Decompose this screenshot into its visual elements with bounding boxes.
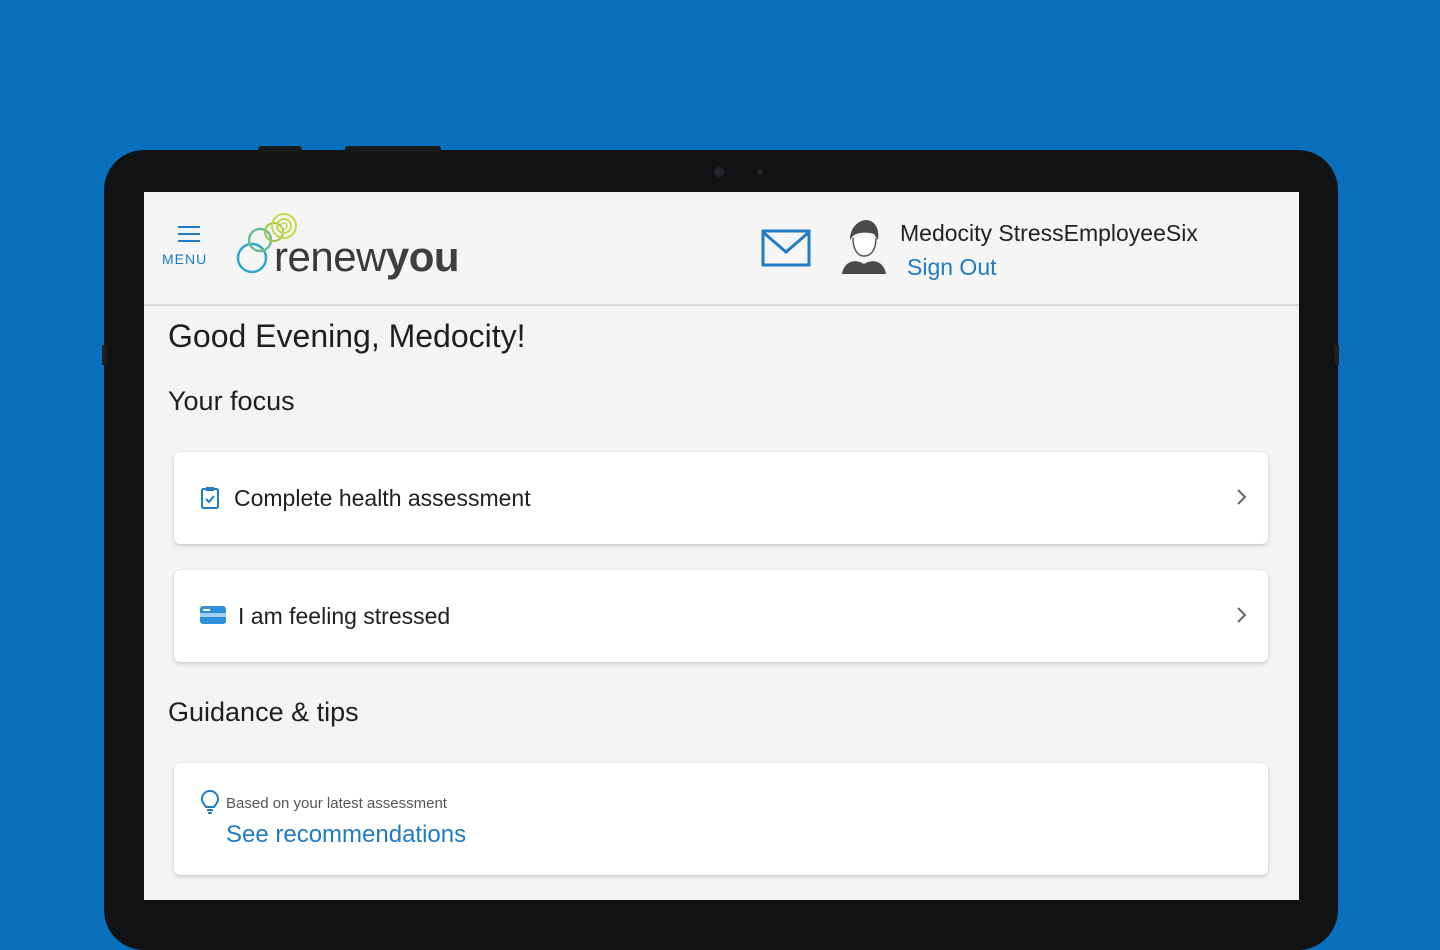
see-recommendations-link[interactable]: See recommendations [226,821,466,849]
focus-card-health-assessment[interactable]: Complete health assessment [174,452,1268,544]
menu-button[interactable]: MENU [162,226,220,270]
mail-icon [761,229,811,267]
renewyou-logo[interactable]: renewyou [236,210,486,280]
app-header: MENU renewyou Medocity StressEmployeeSix… [144,192,1299,306]
avatar-icon [842,220,886,274]
tablet-volume-button [345,146,441,152]
logo-text-you: you [385,233,460,280]
focus-item-label: Complete health assessment [234,485,531,511]
sign-out-link[interactable]: Sign Out [907,254,997,281]
tablet-side-notch [102,345,107,365]
logo-wordmark: renewyou [274,233,460,280]
hamburger-menu-icon [178,226,200,244]
user-avatar[interactable] [840,218,888,276]
focus-card-feeling-stressed[interactable]: I am feeling stressed [174,570,1268,662]
guidance-tip-card[interactable]: Based on your latest assessment See reco… [174,763,1268,875]
tablet-side-notch [1334,345,1339,365]
clipboard-check-icon [201,487,219,509]
id-card-icon [200,606,226,624]
lightbulb-icon [200,789,220,814]
messages-button[interactable] [761,228,811,268]
greeting-heading: Good Evening, Medocity! [168,318,526,354]
app-screen: MENU renewyou Medocity StressEmployeeSix… [144,192,1299,900]
tablet-camera [714,167,724,177]
your-focus-title: Your focus [168,386,295,416]
tablet-power-button [258,146,302,152]
tip-subtitle: Based on your latest assessment [226,795,447,812]
menu-label: MENU [162,251,208,267]
chevron-right-icon [1237,607,1247,623]
user-name: Medocity StressEmployeeSix [900,220,1198,246]
guidance-tips-title: Guidance & tips [168,697,359,727]
logo-text-renew: renew [274,233,386,280]
focus-item-label: I am feeling stressed [238,603,451,629]
chevron-right-icon [1237,489,1247,505]
tablet-sensor [757,169,763,175]
